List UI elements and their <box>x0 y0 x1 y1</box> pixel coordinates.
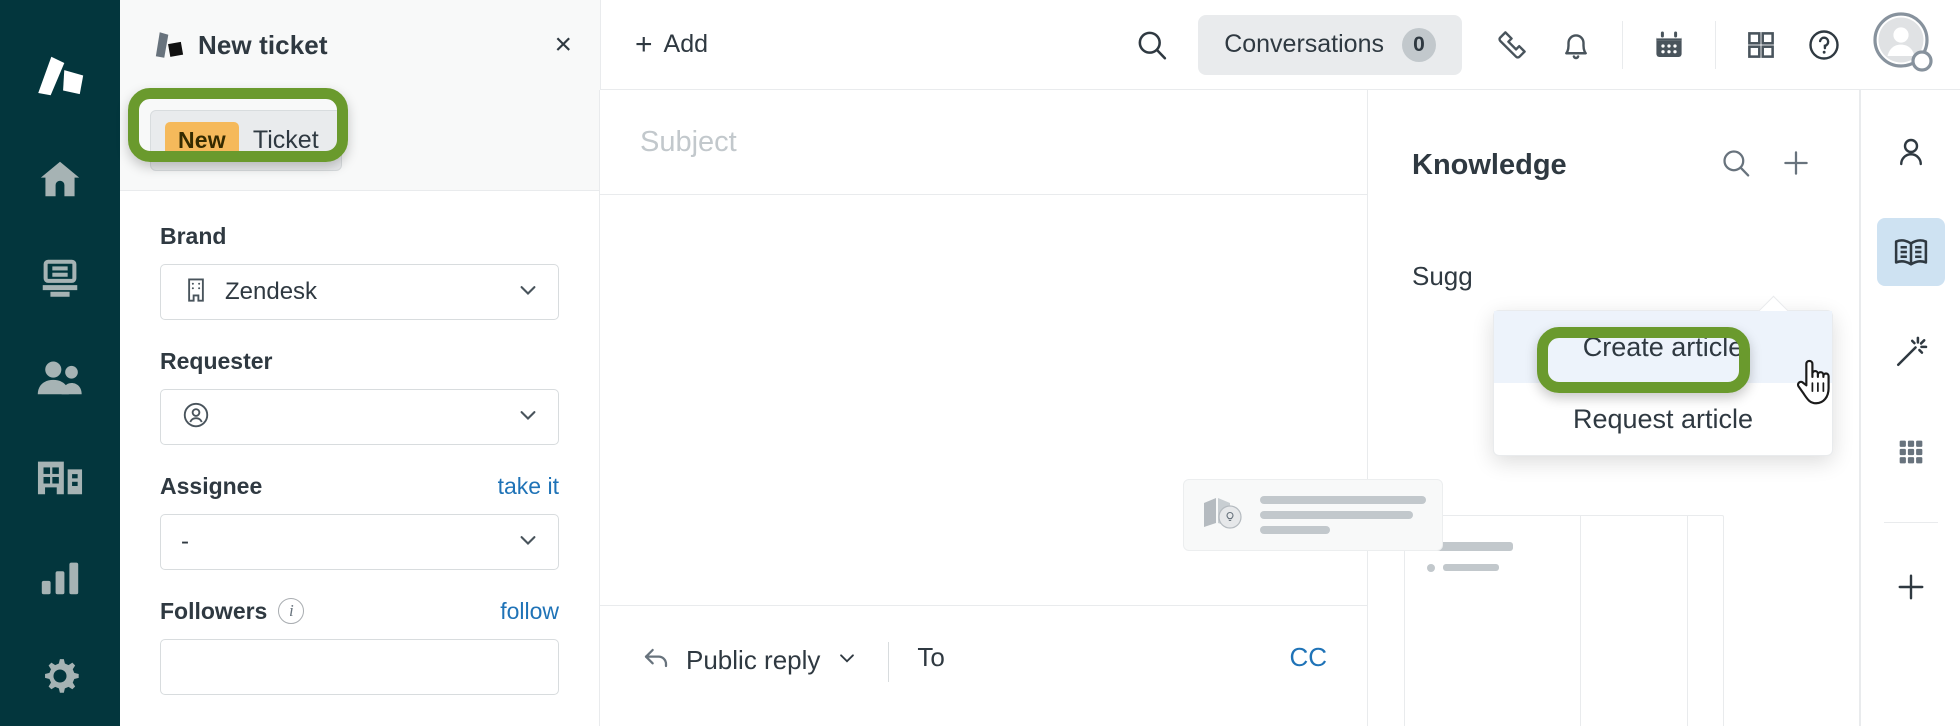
conversations-count-badge: 0 <box>1402 27 1436 62</box>
knowledge-skeleton-card <box>1183 479 1443 551</box>
sidebar-item-reporting[interactable] <box>0 527 120 626</box>
cc-link[interactable]: CC <box>1289 642 1327 673</box>
knowledge-empty-skeleton <box>1404 515 1724 726</box>
sidebar-item-organizations[interactable] <box>0 428 120 527</box>
brand-select-value: Zendesk <box>225 278 318 305</box>
brand-select[interactable]: Zendesk <box>160 264 559 320</box>
apps-grid-icon[interactable] <box>1877 418 1945 486</box>
ticket-tab[interactable]: New Ticket <box>150 109 342 171</box>
ticket-tab-label: Ticket <box>252 125 319 154</box>
ticket-doc-icon <box>150 29 184 61</box>
add-button[interactable]: + Add <box>601 20 734 70</box>
ticket-tab-strip: New Ticket <box>120 90 599 190</box>
ticket-tab-header: New ticket × <box>120 0 600 90</box>
building-icon <box>181 275 211 310</box>
field-assignee: Assignee take it - <box>160 471 559 570</box>
skeleton-divider <box>1687 516 1688 726</box>
knowledge-suggestions-label: Sugg <box>1412 261 1473 291</box>
field-assignee-header: Assignee take it <box>160 471 559 501</box>
conversations-button[interactable]: Conversations 0 <box>1198 14 1462 75</box>
search-icon[interactable] <box>1120 19 1184 71</box>
followers-select[interactable] <box>160 639 559 695</box>
ai-magic-wand-icon[interactable] <box>1877 318 1945 386</box>
add-button-label: Add <box>663 30 709 58</box>
user-avatar[interactable] <box>1872 11 1934 78</box>
rail-divider <box>1883 522 1938 523</box>
assignee-select-value: - <box>181 528 189 555</box>
menu-item-create-article[interactable]: Create article <box>1494 311 1832 383</box>
skeleton-dot <box>1427 564 1435 572</box>
menu-item-request-article[interactable]: Request article <box>1494 383 1832 455</box>
chevron-down-icon <box>514 276 542 309</box>
skeleton-text-lines <box>1260 496 1426 534</box>
sidebar-item-views[interactable] <box>0 229 120 328</box>
knowledge-title: Knowledge <box>1412 149 1567 181</box>
reply-channel-selector[interactable]: Public reply <box>640 642 860 679</box>
topbar-divider-1 <box>1622 20 1623 69</box>
close-tab-button[interactable]: × <box>546 26 580 64</box>
field-requester-header: Requester <box>160 346 559 376</box>
topbar-divider-2 <box>1715 20 1716 69</box>
knowledge-add-menu: Create article Request article <box>1493 310 1833 456</box>
conversations-label: Conversations <box>1224 30 1384 58</box>
help-question-icon[interactable] <box>1792 19 1856 71</box>
new-badge: New <box>165 121 239 159</box>
requester-select[interactable] <box>160 389 559 445</box>
reply-channel-label: Public reply <box>686 645 821 675</box>
knowledge-book-icon[interactable] <box>1876 218 1945 286</box>
field-followers: Followers i follow <box>160 596 559 695</box>
sidebar-item-admin[interactable] <box>0 627 120 726</box>
apps-grid-icon[interactable] <box>1730 20 1792 70</box>
composer-divider <box>888 642 890 682</box>
user-circle-icon <box>181 400 211 435</box>
customer-context-icon[interactable] <box>1877 118 1945 186</box>
skeleton-line <box>1443 564 1499 571</box>
subject-input[interactable]: Subject <box>640 126 737 159</box>
field-brand-label: Brand <box>160 222 227 249</box>
add-app-plus-icon[interactable] <box>1877 553 1945 621</box>
ticket-composer-panel: Subject Public reply To CC <box>600 90 1368 726</box>
plus-icon: + <box>635 27 653 61</box>
top-bar: New ticket × + Add Conversations 0 <box>120 0 1960 90</box>
chevron-down-icon <box>514 401 542 434</box>
knowledge-header: Knowledge <box>1412 140 1823 191</box>
subject-row[interactable]: Subject <box>600 90 1367 195</box>
zendesk-agent-workspace: New ticket × + Add Conversations 0 New T… <box>0 0 1960 726</box>
field-followers-header: Followers i follow <box>160 596 559 626</box>
ticket-fields-form: Brand Zendesk Requester Assignee take it… <box>120 190 599 726</box>
plus-icon[interactable] <box>1769 140 1823 191</box>
zendesk-logo-icon[interactable] <box>0 22 120 129</box>
reply-arrow-icon <box>640 642 672 679</box>
chevron-down-icon <box>834 645 860 676</box>
to-field[interactable]: To <box>917 642 944 673</box>
product-nav-rail <box>0 0 120 726</box>
field-requester-label: Requester <box>160 347 273 374</box>
field-requester: Requester <box>160 346 559 445</box>
chevron-down-icon <box>514 526 542 559</box>
take-it-link[interactable]: take it <box>498 473 559 500</box>
field-followers-label: Followers <box>160 597 268 624</box>
follow-link[interactable]: follow <box>500 598 559 625</box>
assignee-select[interactable]: - <box>160 514 559 570</box>
book-lightbulb-icon <box>1200 493 1246 538</box>
sidebar-item-customers[interactable] <box>0 328 120 427</box>
info-icon[interactable]: i <box>278 598 305 624</box>
page-title: New ticket <box>198 29 328 60</box>
composer-toolbar: Public reply To CC <box>600 606 1367 726</box>
field-brand-header: Brand <box>160 221 559 251</box>
search-icon[interactable] <box>1709 140 1763 191</box>
notifications-bell-icon[interactable] <box>1544 19 1608 71</box>
skeleton-divider <box>1580 516 1581 726</box>
ticket-properties-panel: New Ticket Brand Zendesk Requester Assig… <box>120 90 600 726</box>
top-bar-actions: + Add Conversations 0 <box>600 0 1960 90</box>
context-panel-rail <box>1860 90 1960 726</box>
calendar-icon[interactable] <box>1637 19 1701 71</box>
field-assignee-label: Assignee <box>160 472 263 499</box>
talk-phone-icon[interactable] <box>1480 19 1544 71</box>
field-brand: Brand Zendesk <box>160 221 559 320</box>
sidebar-item-home[interactable] <box>0 129 120 228</box>
